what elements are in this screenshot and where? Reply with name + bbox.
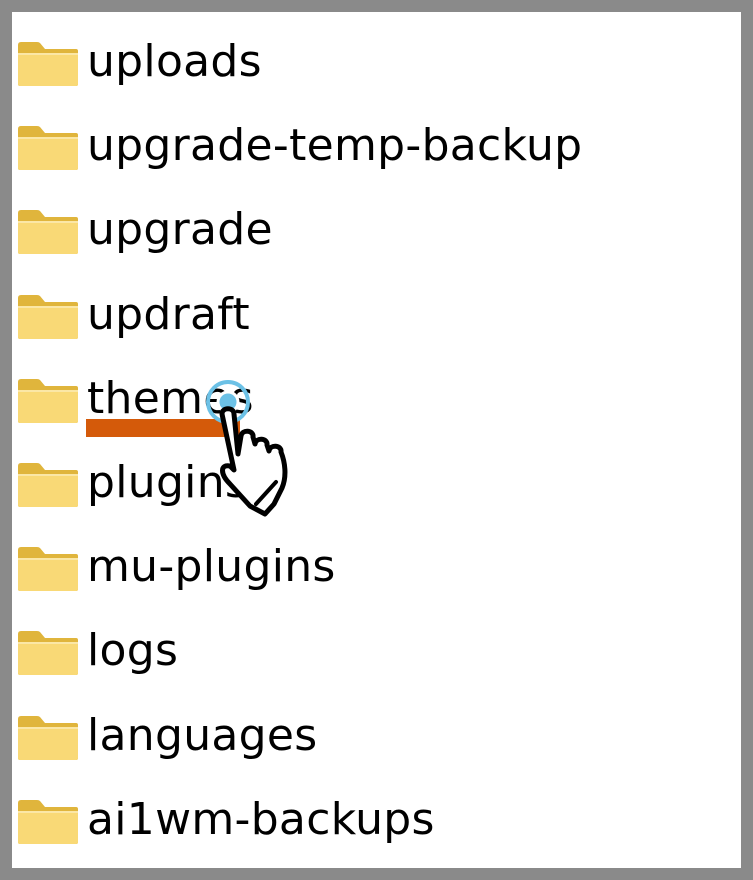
folder-icon (18, 42, 78, 86)
folder-icon (18, 210, 78, 255)
folder-name: languages (87, 709, 318, 761)
folder-item-uploads[interactable]: uploads (12, 29, 741, 113)
hand-pointer-icon (206, 380, 288, 517)
folder-name: upgrade-temp-backup (87, 120, 583, 172)
folder-icon (18, 799, 78, 844)
folder-list-panel: uploads upgrade-temp-backup upgrade updr… (12, 12, 741, 868)
folder-icon (18, 547, 78, 592)
folder-icon (18, 378, 78, 423)
folder-item-languages[interactable]: languages (12, 703, 741, 787)
folder-name: upgrade (87, 204, 273, 256)
folder-item-upgrade-temp-backup[interactable]: upgrade-temp-backup (12, 113, 741, 197)
folder-item-updraft[interactable]: updraft (12, 282, 741, 366)
folder-icon (18, 126, 78, 171)
folder-item-mu-plugins[interactable]: mu-plugins (12, 534, 741, 618)
folder-icon (18, 294, 78, 339)
folder-item-themes[interactable]: themes (12, 366, 741, 450)
folder-name: mu-plugins (87, 541, 336, 593)
folder-item-upgrade[interactable]: upgrade (12, 197, 741, 281)
folder-name: uploads (87, 36, 262, 87)
folder-name: ai1wm-backups (87, 793, 435, 845)
folder-item-plugins[interactable]: plugins (12, 450, 741, 534)
folder-name: updraft (87, 288, 250, 340)
folder-list: uploads upgrade-temp-backup upgrade updr… (12, 29, 741, 871)
folder-icon (18, 462, 78, 507)
folder-icon (18, 715, 78, 760)
folder-icon (18, 631, 78, 676)
folder-item-logs[interactable]: logs (12, 618, 741, 702)
folder-item-ai1wm-backups[interactable]: ai1wm-backups (12, 787, 741, 871)
folder-name: logs (87, 625, 179, 677)
